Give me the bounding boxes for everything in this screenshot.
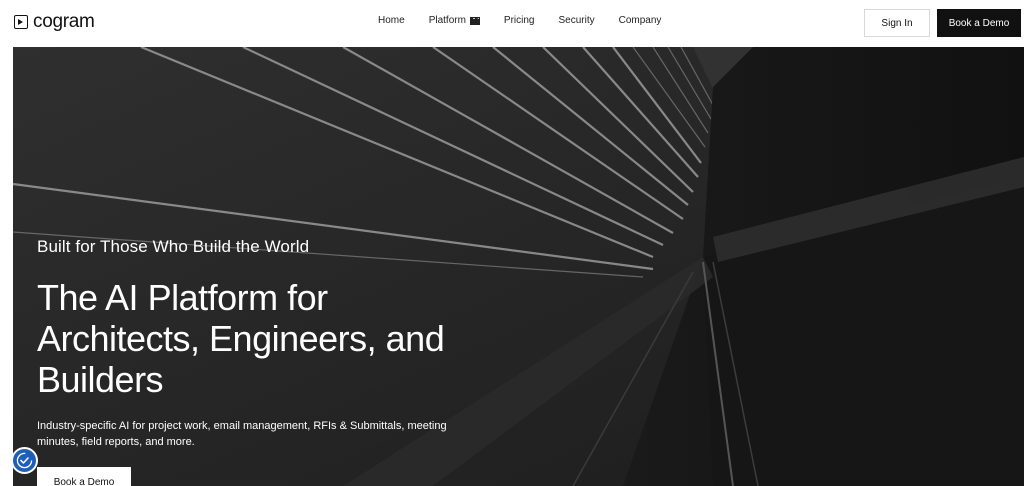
- book-demo-header-button[interactable]: Book a Demo: [937, 9, 1021, 37]
- site-header: cogram Home Platform Pricing Security Co…: [0, 0, 1024, 47]
- hero-headline-line: The AI Platform for: [37, 277, 328, 318]
- accessibility-widget-button[interactable]: [11, 447, 38, 474]
- accessibility-icon: [16, 452, 33, 469]
- main-nav: Home Platform Pricing Security Company: [378, 15, 661, 26]
- logo-text: cogram: [33, 11, 95, 32]
- nav-item-label: Home: [378, 15, 405, 26]
- nav-item-label: Pricing: [503, 15, 535, 26]
- nav-item-label: Platform: [428, 15, 466, 26]
- nav-item-company[interactable]: Company: [619, 15, 662, 26]
- nav-item-label: Security: [558, 15, 595, 26]
- nav-item-label: Company: [618, 15, 662, 26]
- sign-in-button[interactable]: Sign In: [864, 9, 930, 37]
- hero-headline-line: Architects, Engineers, and: [37, 318, 445, 359]
- logo[interactable]: cogram: [14, 11, 95, 33]
- clapper-board-icon: [469, 16, 480, 25]
- cogram-logo-icon: [14, 15, 28, 29]
- hero-description: Industry-specific AI for project work, e…: [37, 420, 447, 448]
- hero-section: Built for Those Who Build the World The …: [13, 47, 1024, 486]
- nav-item-security[interactable]: Security: [559, 15, 595, 26]
- nav-item-home[interactable]: Home: [378, 15, 405, 26]
- hero-headline-line: Builders: [37, 359, 164, 400]
- book-demo-hero-button[interactable]: Book a Demo: [37, 467, 131, 486]
- hero-headline: The AI Platform for Architects, Engineer…: [37, 277, 517, 400]
- nav-item-platform[interactable]: Platform: [429, 15, 480, 26]
- nav-item-pricing[interactable]: Pricing: [504, 15, 535, 26]
- hero-tagline: Built for Those Who Build the World: [37, 237, 310, 256]
